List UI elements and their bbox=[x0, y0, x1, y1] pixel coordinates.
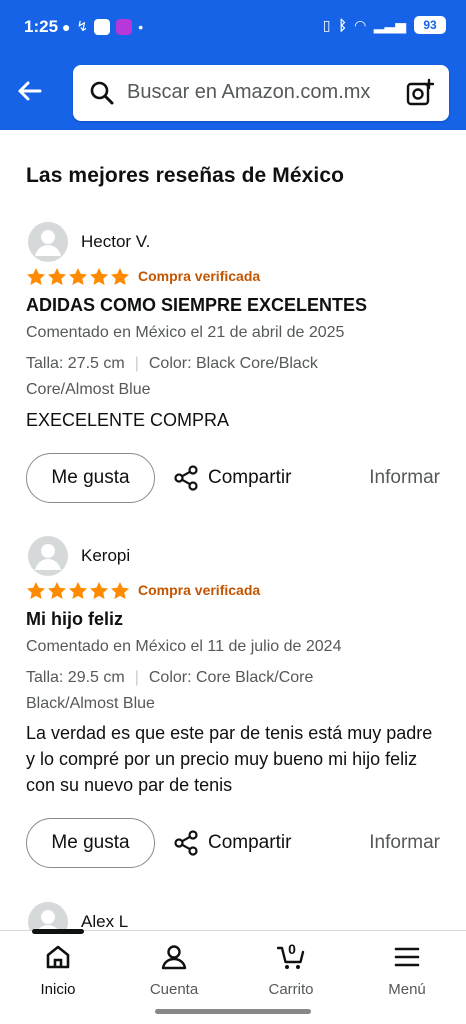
missed-call-icon: ↯ bbox=[76, 18, 89, 34]
nav-cart[interactable]: 0 Carrito bbox=[246, 941, 336, 998]
product-variant: Talla: 29.5 cm | Color: Core Black/Core Bl… bbox=[26, 665, 386, 717]
system-icons: ▯ ᛒ ◠ ▂▃▅ 93 bbox=[323, 16, 446, 34]
review-body: La verdad es que este par de tenis está … bbox=[26, 723, 433, 795]
review-date: Comentado en México el 11 de julio de 20… bbox=[26, 638, 342, 655]
search-icon[interactable] bbox=[89, 80, 115, 106]
active-tab-indicator bbox=[32, 929, 84, 934]
like-button[interactable]: Me gusta bbox=[26, 818, 155, 868]
gesture-bar bbox=[155, 1009, 311, 1014]
dot-icon: • bbox=[138, 18, 144, 35]
back-arrow-icon[interactable] bbox=[14, 75, 46, 107]
review-card: Keropi Compra verificada Mi hijo feliz C… bbox=[26, 536, 446, 876]
review-card: Hector V. Compra verificada ADIDAS COMO … bbox=[26, 222, 446, 512]
star-icon bbox=[69, 582, 87, 599]
star-rating bbox=[26, 581, 130, 601]
page-title: Las mejores reseñas de México bbox=[26, 164, 345, 187]
vibrate-icon: ▯ bbox=[322, 16, 331, 33]
nav-menu[interactable]: Menú bbox=[362, 943, 452, 998]
user-silhouette-icon bbox=[35, 544, 61, 570]
star-icon bbox=[48, 582, 66, 599]
bluetooth-icon: ᛒ bbox=[338, 17, 347, 33]
verified-purchase-badge: Compra verificada bbox=[138, 582, 261, 598]
product-variant: Talla: 27.5 cm | Color: Black Core/Black C… bbox=[26, 351, 386, 403]
star-icon bbox=[111, 268, 129, 285]
signal-icon: ▂▃▅ bbox=[373, 16, 406, 33]
star-icon bbox=[69, 268, 87, 285]
share-button[interactable]: Compartir bbox=[172, 818, 291, 868]
header: Buscar en Amazon.com.mx bbox=[0, 56, 466, 130]
verified-purchase-badge: Compra verificada bbox=[138, 268, 261, 284]
reviewer-name: Hector V. bbox=[81, 232, 151, 251]
star-icon bbox=[90, 582, 108, 599]
battery-icon: 93 bbox=[414, 16, 446, 34]
menu-icon bbox=[394, 947, 420, 967]
avatar bbox=[28, 902, 68, 930]
camera-search-icon[interactable] bbox=[405, 78, 435, 108]
share-icon bbox=[174, 830, 198, 856]
like-button[interactable]: Me gusta bbox=[26, 453, 155, 503]
report-button[interactable]: Informar bbox=[369, 453, 440, 503]
review-card: Alex L bbox=[26, 902, 446, 930]
review-date: Comentado en México el 21 de abril de 20… bbox=[26, 324, 345, 341]
reviewer-name: Alex L bbox=[81, 912, 129, 930]
review-title: Mi hijo feliz bbox=[26, 609, 123, 629]
star-icon bbox=[111, 582, 129, 599]
status-bar: 1:25 ● ↯ • ▯ ᛒ ◠ ▂▃▅ 93 bbox=[0, 0, 466, 56]
nav-account[interactable]: Cuenta bbox=[129, 943, 219, 998]
review-body: EXECELENTE COMPRA bbox=[26, 410, 230, 430]
review-title: ADIDAS COMO SIEMPRE EXCELENTES bbox=[26, 295, 368, 315]
separator: | bbox=[134, 355, 139, 372]
star-icon bbox=[27, 268, 45, 285]
nav-label: Cuenta bbox=[149, 981, 199, 998]
variant-size: Talla: 27.5 cm bbox=[26, 355, 125, 372]
star-rating bbox=[26, 267, 130, 287]
share-label: Compartir bbox=[208, 832, 292, 853]
avatar bbox=[28, 222, 68, 262]
notification-icons: ● ↯ • bbox=[62, 18, 143, 35]
nav-label: Inicio bbox=[40, 981, 76, 998]
star-icon bbox=[27, 582, 45, 599]
report-button[interactable]: Informar bbox=[369, 818, 440, 868]
app-icon bbox=[116, 18, 133, 35]
star-icon bbox=[48, 268, 66, 285]
avatar bbox=[28, 536, 68, 576]
app-icon bbox=[94, 18, 111, 35]
chat-icon: ● bbox=[62, 18, 71, 35]
share-label: Compartir bbox=[208, 467, 292, 488]
status-time: 1:25 bbox=[24, 17, 59, 36]
nav-label: Carrito bbox=[268, 981, 314, 998]
nav-label: Menú bbox=[388, 981, 426, 998]
user-silhouette-icon bbox=[37, 910, 59, 930]
separator: | bbox=[134, 669, 139, 686]
variant-size: Talla: 29.5 cm bbox=[26, 669, 125, 686]
share-icon bbox=[174, 465, 198, 491]
share-button[interactable]: Compartir bbox=[172, 453, 291, 503]
wifi-icon: ◠ bbox=[354, 16, 366, 33]
reviews-section: Las mejores reseñas de México Hector V. … bbox=[0, 130, 466, 930]
user-icon bbox=[161, 945, 187, 970]
search-input[interactable]: Buscar en Amazon.com.mx bbox=[127, 81, 370, 104]
reviewer-name: Keropi bbox=[81, 546, 131, 565]
search-bar[interactable]: Buscar en Amazon.com.mx bbox=[73, 65, 449, 121]
home-icon bbox=[46, 945, 70, 969]
user-silhouette-icon bbox=[35, 230, 61, 256]
star-icon bbox=[90, 268, 108, 285]
cart-count: 0 bbox=[288, 941, 296, 957]
nav-home[interactable]: Inicio bbox=[13, 943, 103, 998]
